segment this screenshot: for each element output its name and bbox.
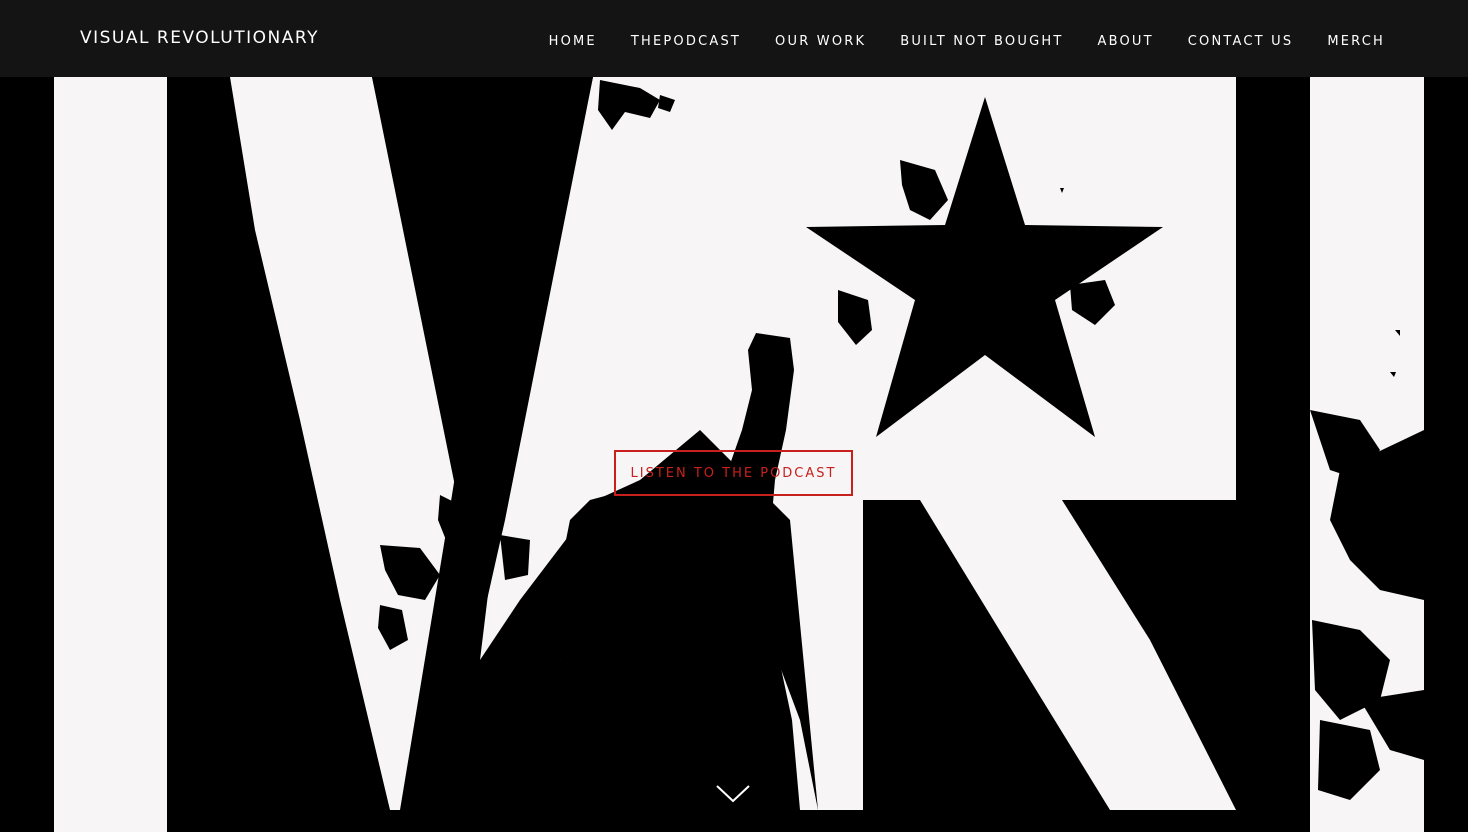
page: VISUAL REVOLUTIONARY HOME THEPODCAST OUR…: [0, 0, 1468, 832]
scroll-down-button[interactable]: [714, 780, 752, 808]
nav-item-merch: MERCH: [1327, 30, 1385, 50]
nav-item-podcast: THEPODCAST: [631, 30, 741, 50]
main-nav: HOME THEPODCAST OUR WORK BUILT NOT BOUGH…: [515, 30, 1385, 50]
nav-link-contact-us[interactable]: CONTACT US: [1188, 34, 1294, 49]
nav-link-podcast[interactable]: THEPODCAST: [631, 34, 741, 49]
top-navbar: VISUAL REVOLUTIONARY HOME THEPODCAST OUR…: [0, 0, 1468, 77]
hero-banner: LISTEN TO THE PODCAST: [0, 77, 1468, 832]
nav-link-about[interactable]: ABOUT: [1097, 34, 1153, 49]
nav-link-merch[interactable]: MERCH: [1327, 34, 1385, 49]
nav-link-home[interactable]: HOME: [549, 34, 597, 49]
left-light-stripe: [54, 77, 167, 832]
nav-item-home: HOME: [549, 30, 597, 50]
nav-item-contact-us: CONTACT US: [1188, 30, 1294, 50]
listen-podcast-button[interactable]: LISTEN TO THE PODCAST: [614, 450, 853, 496]
chevron-down-icon: [716, 785, 750, 803]
nav-link-our-work[interactable]: OUR WORK: [775, 34, 866, 49]
nav-item-built-not-bought: BUILT NOT BOUGHT: [900, 30, 1063, 50]
nav-link-built-not-bought[interactable]: BUILT NOT BOUGHT: [900, 34, 1063, 49]
brand-logo-link[interactable]: VISUAL REVOLUTIONARY: [80, 27, 319, 49]
nav-item-our-work: OUR WORK: [775, 30, 866, 50]
nav-item-about: ABOUT: [1097, 30, 1153, 50]
